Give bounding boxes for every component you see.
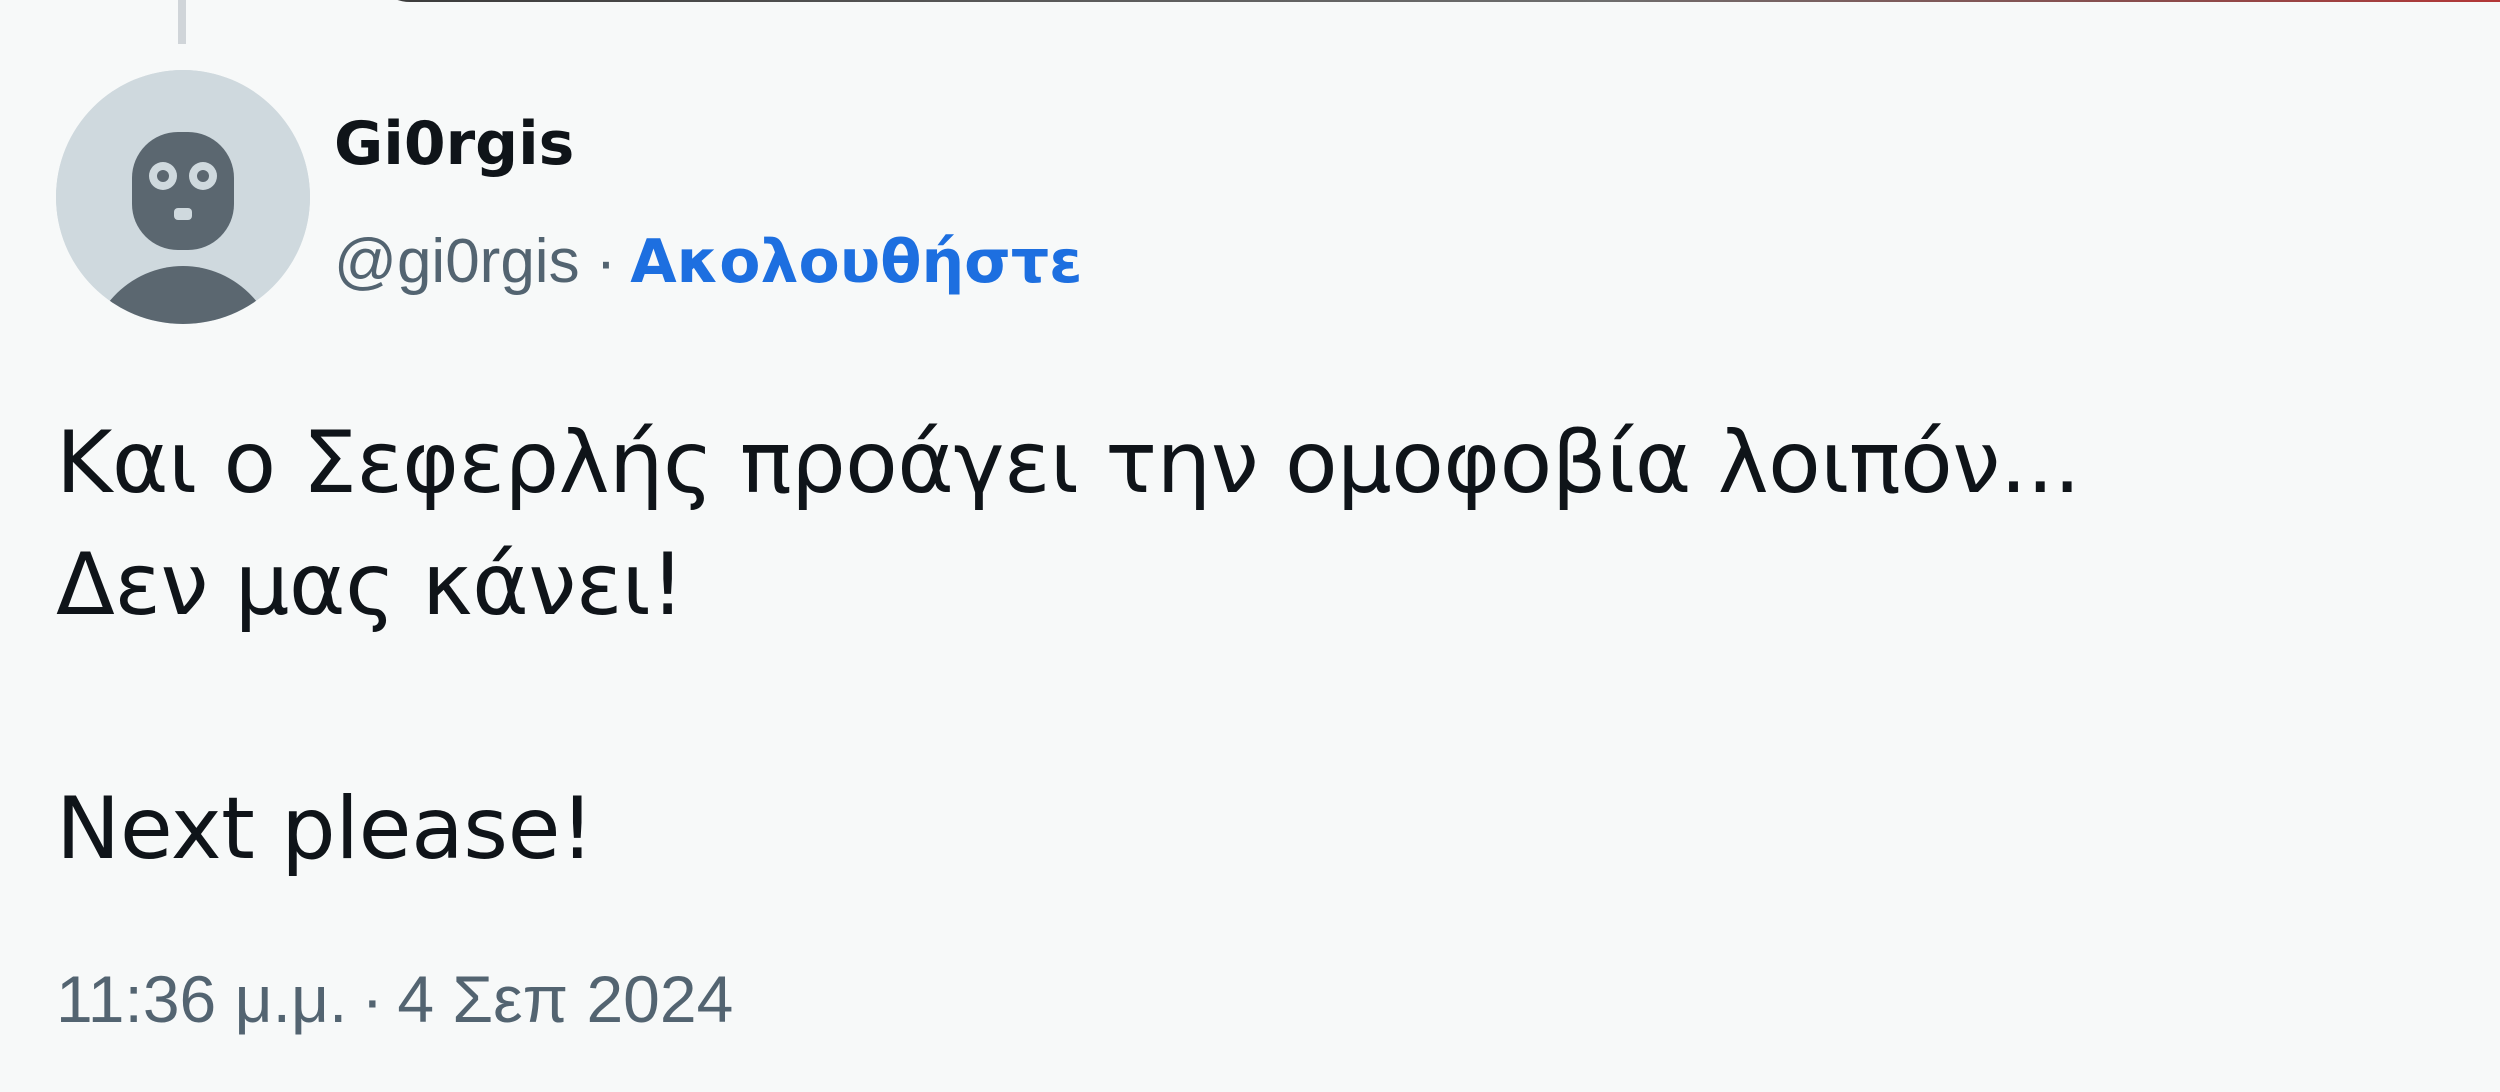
tweet-text: Και ο Σεφερλής προάγει την ομοφοβία λοιπ… xyxy=(56,402,2456,890)
tweet-text-line: Και ο Σεφερλής προάγει την ομοφοβία λοιπ… xyxy=(56,413,2081,513)
author-handle[interactable]: @gi0rgis xyxy=(334,227,580,296)
tweet-timestamp[interactable]: 11:36 μ.μ. · 4 Σεπ 2024 xyxy=(56,954,733,1044)
meta-separator: · xyxy=(361,962,384,1036)
tweet-container: Gi0rgis @gi0rgis · Ακολουθήστε Και ο Σεφερ… xyxy=(0,0,2500,1092)
handle-separator: · xyxy=(595,227,617,296)
follow-button[interactable]: Ακολουθήστε xyxy=(630,227,1082,297)
tweet-time: 11:36 μ.μ. xyxy=(56,962,348,1036)
tweet-text-line: Δεν μας κάνει! xyxy=(56,535,685,635)
avatar[interactable] xyxy=(56,70,310,324)
author-handle-row: @gi0rgis · Ακολουθήστε xyxy=(334,222,1083,302)
tweet-date: 4 Σεπ 2024 xyxy=(397,962,734,1036)
thread-connector-line xyxy=(178,0,186,44)
tweet-text-line: Next please! xyxy=(56,779,594,879)
author-display-name[interactable]: Gi0rgis xyxy=(334,104,574,184)
default-avatar-icon xyxy=(56,70,310,324)
previous-tweet-media-edge[interactable] xyxy=(370,0,2500,2)
